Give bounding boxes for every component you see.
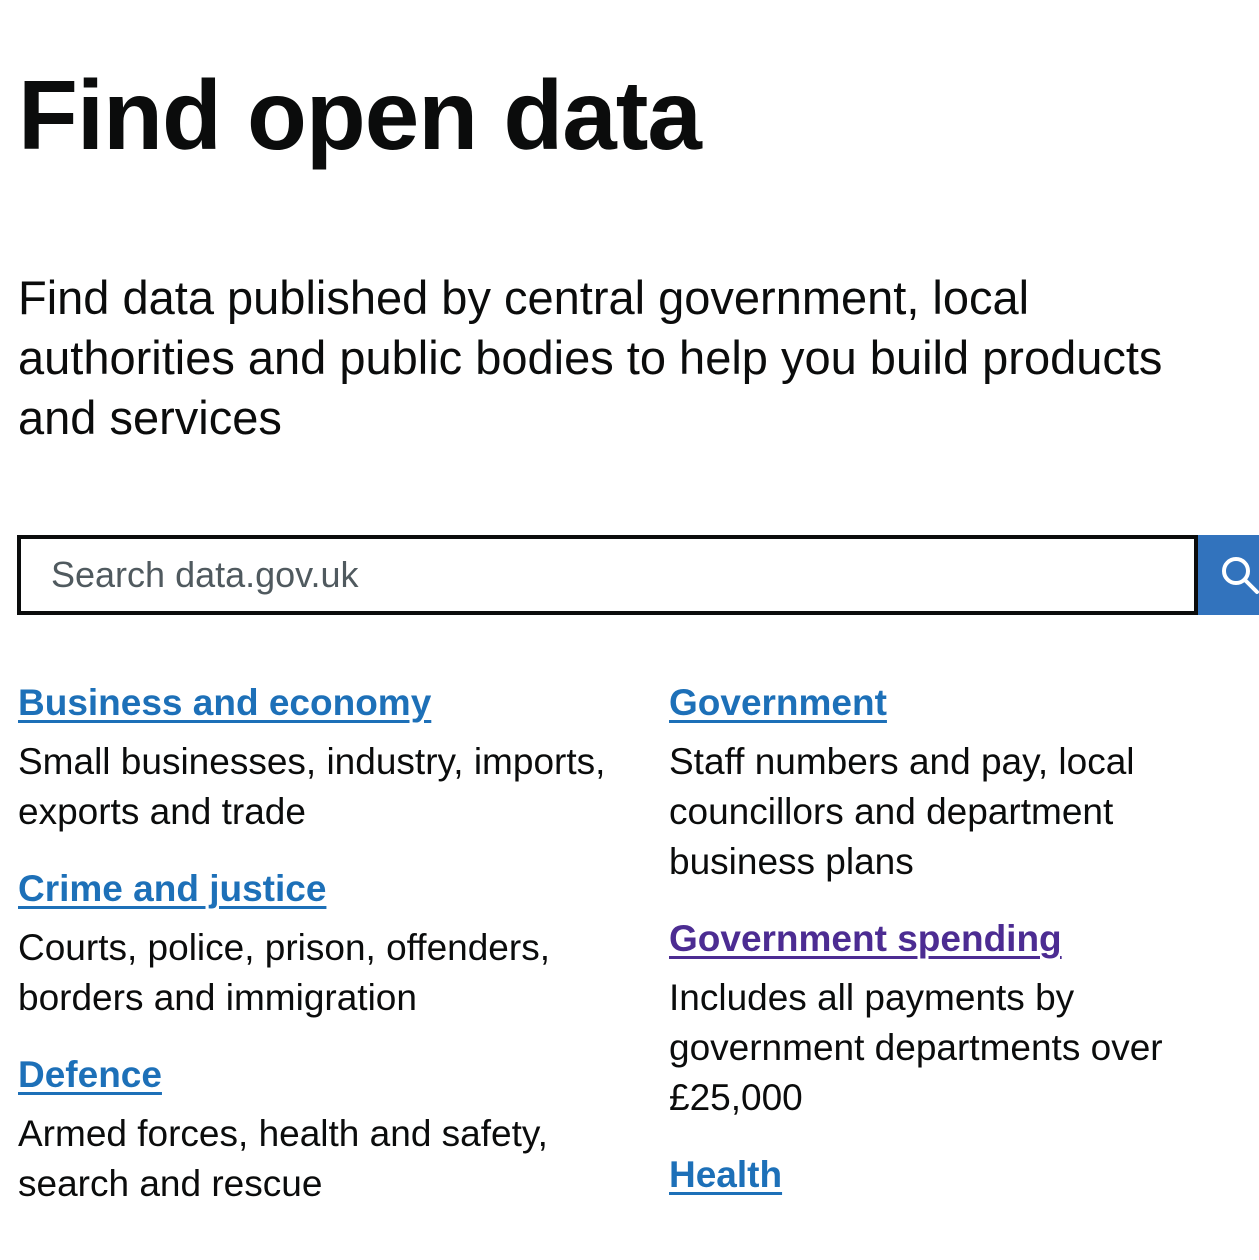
page-title: Find open data bbox=[18, 60, 702, 170]
topic-item: Government Staff numbers and pay, local … bbox=[669, 681, 1249, 887]
topic-item: Defence Armed forces, health and safety,… bbox=[18, 1053, 648, 1209]
search-form bbox=[17, 535, 1259, 615]
search-icon bbox=[1222, 557, 1259, 594]
topic-description: Courts, police, prison, offenders, borde… bbox=[18, 927, 550, 1018]
topic-item: Crime and justice Courts, police, prison… bbox=[18, 867, 648, 1023]
topic-link-government-spending[interactable]: Government spending bbox=[669, 917, 1249, 961]
search-button[interactable] bbox=[1198, 535, 1259, 615]
search-input[interactable] bbox=[17, 535, 1198, 615]
topic-link-crime-and-justice[interactable]: Crime and justice bbox=[18, 867, 648, 911]
topic-item: Health bbox=[669, 1153, 1249, 1197]
topic-item: Government spending Includes all payment… bbox=[669, 917, 1249, 1123]
topics-list-left: Business and economy Small businesses, i… bbox=[18, 681, 648, 1239]
topic-description: Small businesses, industry, imports, exp… bbox=[18, 741, 606, 832]
topic-link-defence[interactable]: Defence bbox=[18, 1053, 648, 1097]
topic-link-business-and-economy[interactable]: Business and economy bbox=[18, 681, 648, 725]
topic-description: Includes all payments by government depa… bbox=[669, 977, 1163, 1118]
topics-list-right: Government Staff numbers and pay, local … bbox=[669, 681, 1249, 1227]
topic-link-government[interactable]: Government bbox=[669, 681, 1249, 725]
topic-description: Armed forces, health and safety, search … bbox=[18, 1113, 548, 1204]
topic-description: Staff numbers and pay, local councillors… bbox=[669, 741, 1135, 882]
page-lead-text: Find data published by central governmen… bbox=[18, 271, 1163, 444]
topic-item: Business and economy Small businesses, i… bbox=[18, 681, 648, 837]
topic-link-health[interactable]: Health bbox=[669, 1153, 1249, 1197]
